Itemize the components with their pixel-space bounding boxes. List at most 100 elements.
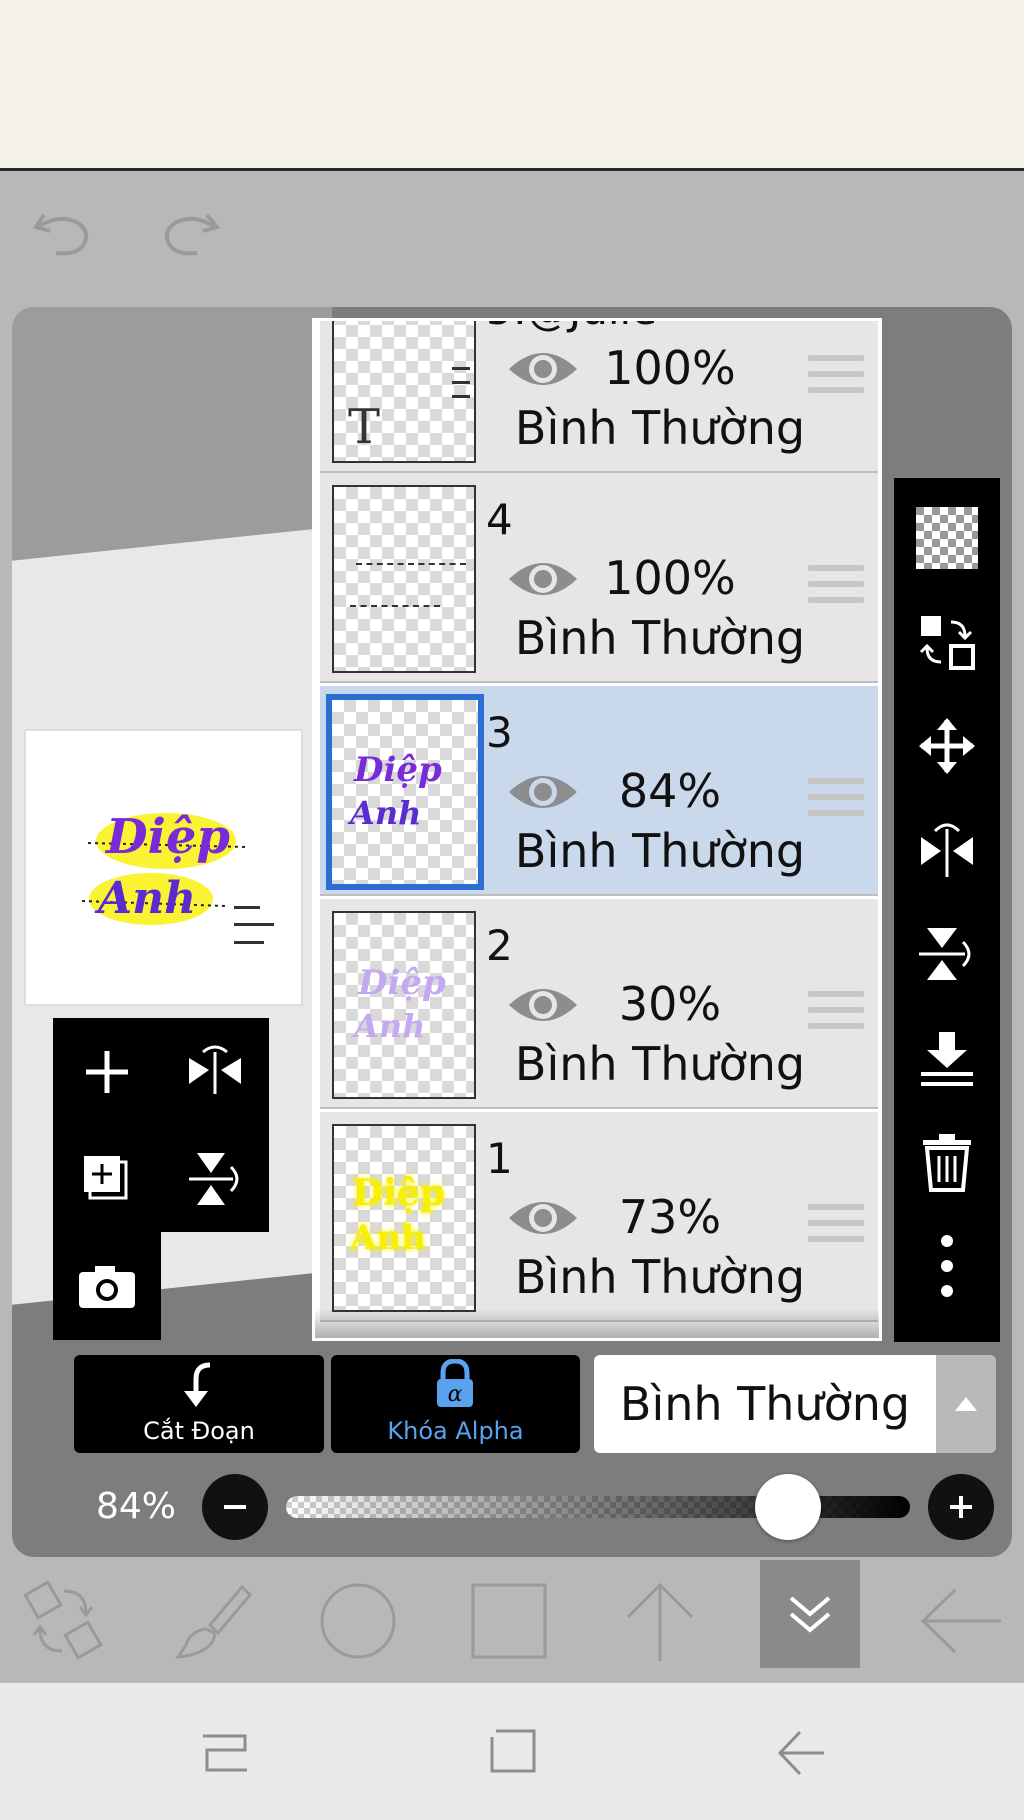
back-tool-button[interactable] [910,1558,1010,1683]
undo-button[interactable] [30,205,100,265]
move-button[interactable] [894,694,1000,798]
flip-vertical-icon [189,1152,239,1205]
square-icon [471,1583,547,1658]
layer-blend-mode: Bình Thường [514,401,806,455]
opacity-value-label: 84% [96,1486,177,1527]
layer-row[interactable]: 4 100% Bình Thường [320,473,878,683]
move-icon [919,718,975,774]
transparency-grid-icon [916,507,978,569]
transform-tool-button[interactable] [14,1558,114,1683]
more-vert-icon [941,1235,953,1297]
redo-button[interactable] [155,205,225,265]
trash-icon [923,1134,971,1192]
arrow-left-icon [920,1588,1001,1653]
alpha-lock-button[interactable]: α Khóa Alpha [331,1355,580,1453]
plus-icon [950,1496,972,1518]
add-layer-button[interactable] [53,1018,161,1125]
layer-name: 5:@Julie [486,321,657,334]
blend-mode-dropdown-button[interactable] [936,1355,996,1453]
layer-blend-mode: Bình Thường [514,1037,806,1091]
ellipse-tool-button[interactable] [308,1558,408,1683]
flip-layer-horizontal-button[interactable] [161,1018,269,1125]
flip-horizontal-icon [921,823,973,877]
recents-icon [203,1734,247,1772]
transform-icon [24,1580,103,1660]
layer-name: 2 [486,921,513,970]
layer-tool-grid [53,1018,269,1340]
move-up-button[interactable] [610,1558,710,1683]
drag-handle-icon[interactable] [808,355,864,395]
drag-handle-icon[interactable] [808,1204,864,1244]
brush-icon [175,1584,253,1659]
flip-horizontal-icon [189,1045,241,1094]
main-toolbar [0,1558,1024,1683]
home-icon [490,1729,536,1773]
add-copy-icon [84,1155,128,1199]
back-button[interactable] [755,1713,845,1793]
home-button[interactable] [467,1713,557,1793]
layer-opacity: 30% [618,977,722,1031]
plus-icon [86,1050,128,1093]
preview-text-line1: Diệp [104,809,230,865]
transparency-button[interactable] [894,486,1000,590]
swap-layers-button[interactable] [894,590,1000,694]
drag-handle-icon[interactable] [808,991,864,1031]
merge-down-button[interactable] [894,1006,1000,1110]
layer-thumbnail: Diệp Anh [332,1124,476,1312]
layer-opacity: 73% [618,1190,722,1244]
layer-blend-mode: Bình Thường [514,1250,806,1304]
camera-button[interactable] [53,1232,161,1339]
blend-mode-select[interactable]: Bình Thường [594,1355,996,1453]
layer-opacity: 84% [618,764,722,818]
opacity-decrease-button[interactable] [202,1474,268,1540]
layer-opacity: 100% [604,341,736,395]
opacity-slider-thumb[interactable] [754,1474,821,1540]
swap-layers-icon [919,616,975,670]
recents-button[interactable] [180,1713,270,1793]
merge-down-icon [921,1032,973,1086]
thumb-text: Anh [350,1218,426,1258]
thumb-text: Diệp [354,750,442,790]
layer-actions-sidebar [894,478,1000,1342]
layer-thumbnail [332,485,476,673]
back-icon [777,1730,824,1776]
preview-text-line2: Anh [94,873,196,924]
alpha-lock-label: Khóa Alpha [387,1417,524,1445]
flip-horizontal-button[interactable] [894,798,1000,902]
layer-row-selected[interactable]: Diệp Anh 3 84% Bình Thường [320,686,878,896]
layers-toggle-button[interactable] [760,1560,860,1668]
thumb-text: Diệp [352,1172,445,1214]
more-options-button[interactable] [894,1214,1000,1318]
arrow-up-icon [626,1582,694,1661]
minus-icon [224,1505,246,1509]
rectangle-tool-button[interactable] [459,1558,559,1683]
scroll-fade [315,1308,879,1338]
layer-blend-mode: Bình Thường [514,824,806,878]
circle-icon [320,1583,396,1658]
delete-layer-button[interactable] [894,1110,1000,1214]
layer-thumbnail: Diệp Anh [326,694,484,890]
clipping-label: Cắt Đoạn [143,1417,255,1445]
add-folder-button[interactable] [53,1125,161,1232]
text-layer-icon: T [348,399,381,455]
layer-name: 3 [486,708,513,757]
brush-tool-button[interactable] [162,1558,262,1683]
layers-panel[interactable]: T 5:@Julie 100% Bình Thường 4 100% Bình … [312,318,882,1341]
layer-row[interactable]: Diệp Anh 1 73% Bình Thường [320,1112,878,1322]
opacity-increase-button[interactable] [928,1474,994,1540]
layer-name: 4 [486,495,513,544]
svg-text:α: α [448,1382,463,1407]
redo-icon [164,213,221,256]
layer-row[interactable]: Diệp Anh 2 30% Bình Thường [320,899,878,1109]
flip-vertical-icon [919,928,971,980]
system-navigation-bar [0,1683,1024,1820]
status-area [0,0,1024,171]
layer-thumbnail: Diệp Anh [332,911,476,1099]
drag-handle-icon[interactable] [808,565,864,605]
layer-name: 1 [486,1134,513,1183]
flip-vertical-button[interactable] [894,902,1000,1006]
flip-layer-vertical-button[interactable] [161,1125,269,1232]
clipping-button[interactable]: Cắt Đoạn [74,1355,324,1453]
drag-handle-icon[interactable] [808,778,864,818]
layer-row[interactable]: T 5:@Julie 100% Bình Thường [320,321,878,473]
